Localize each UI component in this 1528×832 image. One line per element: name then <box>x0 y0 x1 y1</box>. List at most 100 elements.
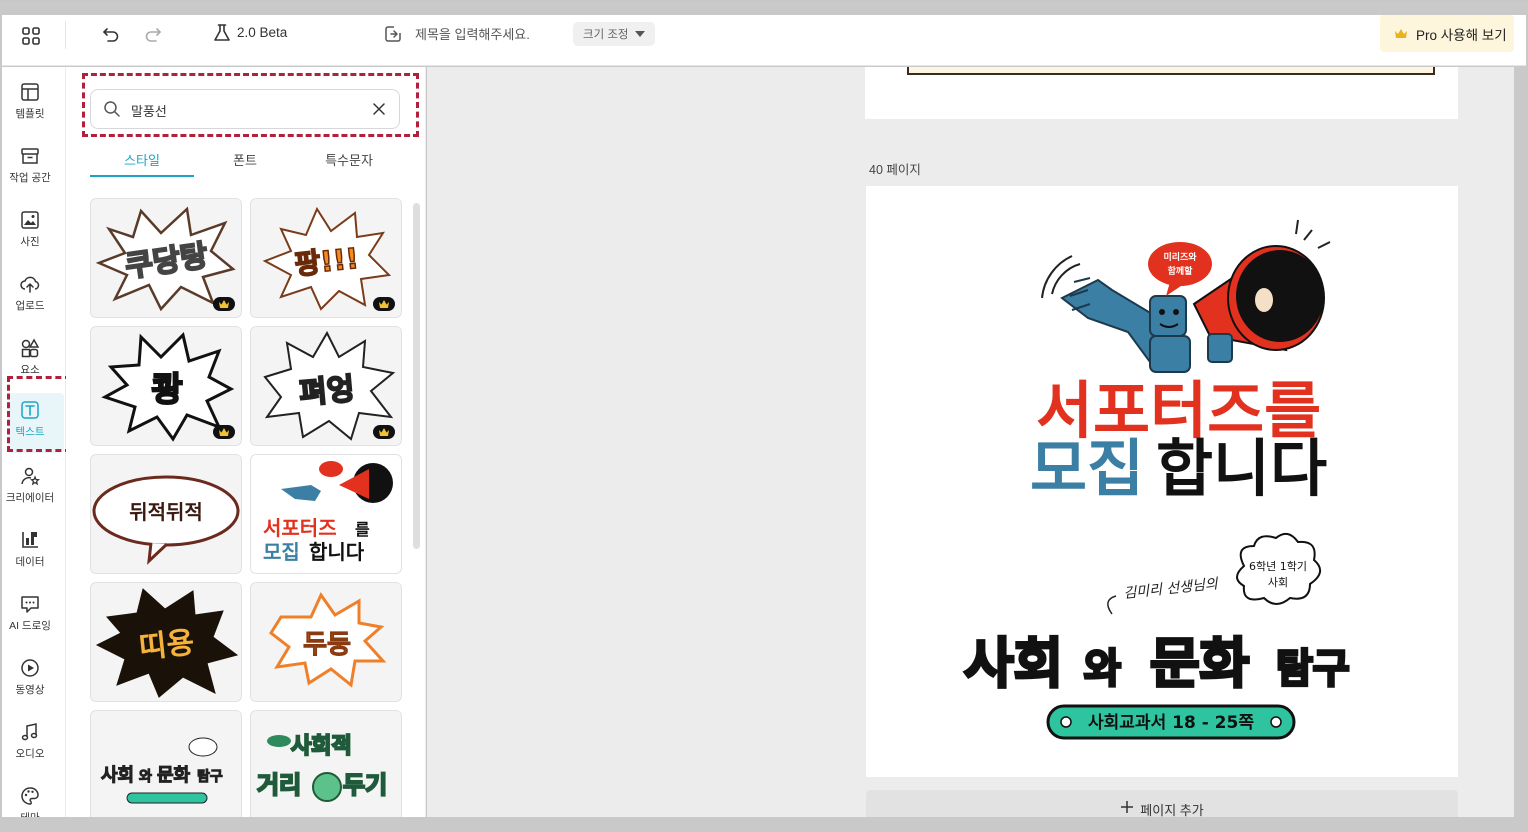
sticker-text: 펴엉 <box>298 372 356 412</box>
page-frame-decoration <box>907 67 1435 75</box>
crown-icon <box>219 428 229 436</box>
svg-text:와: 와 <box>139 768 152 785</box>
ai-drawing-icon <box>21 596 39 613</box>
rail-item-template[interactable]: 템플릿 <box>2 75 58 131</box>
sticker-card[interactable]: 사회 와 문화 탐구 <box>90 710 242 830</box>
rail-item-creator[interactable]: 크리에이터 <box>2 459 58 515</box>
template-icon <box>21 83 39 101</box>
sticker-card[interactable]: 두둥 <box>250 582 402 702</box>
sticker-card[interactable]: 쿠당탕 <box>90 198 242 318</box>
svg-text:함께할: 함께할 <box>1168 265 1194 277</box>
subject-word-2: 와 <box>1084 646 1121 692</box>
highlight-dashed-box <box>7 376 71 452</box>
video-icon <box>21 659 39 677</box>
caret-down-icon <box>634 31 645 37</box>
pro-badge <box>213 425 235 439</box>
undo-icon[interactable] <box>101 24 121 44</box>
sticker-card[interactable]: 쾅 <box>90 326 242 446</box>
svg-text:합니다: 합니다 <box>309 540 365 564</box>
svg-text:거리: 거리 <box>257 771 301 799</box>
rail-label: 작업 공간 <box>9 172 51 184</box>
page-number-label: 40 페이지 <box>869 163 921 177</box>
headline-line-2a: 모집 <box>1030 432 1144 505</box>
sticker-art: 뒤적뒤적 <box>92 475 240 565</box>
svg-text:를: 를 <box>355 520 370 539</box>
tab-style[interactable]: 스타일 <box>90 147 194 177</box>
crown-icon <box>379 300 389 308</box>
pro-badge <box>213 297 235 311</box>
window-bottom-border <box>0 817 1528 832</box>
rail-label: 템플릿 <box>15 108 45 120</box>
crown-icon <box>1395 29 1407 38</box>
crown-icon <box>379 428 389 436</box>
headline-line-2b: 합니다 <box>1156 432 1327 505</box>
text-panel: 말풍선 스타일 폰트 특수문자 쿠당탕 팡!!! 쾅 펴엉 뒤적뒤적 서포터즈 … <box>66 67 426 832</box>
rail-item-upload[interactable]: 업로드 <box>2 267 58 323</box>
sticker-text: 쾅 <box>151 370 182 410</box>
sticker-art: 두둥 <box>269 591 387 688</box>
rail-label: 동영상 <box>15 684 45 696</box>
redo-icon[interactable] <box>143 24 163 44</box>
subject-word-4: 탐구 <box>1276 646 1350 692</box>
creator-icon <box>21 467 41 486</box>
export-title-icon[interactable] <box>383 24 403 44</box>
design-page[interactable]: 미리즈와 함께할 서포터즈를 모집 합니다 6학년 1학기 사회 김미리 선생님… <box>866 186 1458 777</box>
sticker-card[interactable]: 사회적 거리 두기 <box>250 710 402 830</box>
svg-text:서포터즈: 서포터즈 <box>263 516 337 540</box>
resize-button[interactable]: 크기 조정 <box>573 22 655 46</box>
rail-label: 업로드 <box>15 300 45 312</box>
svg-text:문화: 문화 <box>157 765 191 786</box>
version-label: 2.0 Beta <box>237 25 288 40</box>
sticker-text: 띠용 <box>137 625 196 666</box>
try-pro-button[interactable]: Pro 사용해 보기 <box>1380 15 1514 52</box>
rail-label: AI 드로잉 <box>9 620 51 632</box>
window-top-border <box>0 0 1528 2</box>
rail-item-data[interactable]: 데이터 <box>2 523 58 579</box>
rail-label: 요소 <box>20 364 40 376</box>
tab-special-chars[interactable]: 특수문자 <box>297 147 401 177</box>
grade-bubble-line-2: 사회 <box>1268 576 1288 589</box>
rail-item-video[interactable]: 동영상 <box>2 651 58 707</box>
poster-art: 미리즈와 함께할 서포터즈를 모집 합니다 6학년 1학기 사회 김미리 선생님… <box>963 219 1351 740</box>
sticker-card[interactable]: 띠용 <box>90 582 242 702</box>
svg-text:두기: 두기 <box>343 771 387 799</box>
sticker-art: 사회 와 문화 탐구 <box>101 737 223 804</box>
rail-item-audio[interactable]: 오디오 <box>2 715 58 771</box>
tab-font[interactable]: 폰트 <box>193 147 297 177</box>
subject-word-3: 문화 <box>1150 632 1249 695</box>
document-title-input[interactable]: 제목을 입력해주세요. <box>415 24 530 43</box>
pro-label: Pro 사용해 보기 <box>1416 27 1507 43</box>
sticker-art: 띠용 <box>95 588 239 698</box>
sticker-card[interactable]: 펴엉 <box>250 326 402 446</box>
sticker-card[interactable]: 뒤적뒤적 <box>90 454 242 574</box>
panel-scrollbar[interactable] <box>413 203 420 549</box>
pages-pill-text: 사회교과서 18 - 25쪽 <box>1088 713 1254 733</box>
crown-icon <box>219 300 229 308</box>
audio-icon <box>21 723 38 741</box>
previous-page[interactable] <box>865 67 1458 119</box>
sticker-card[interactable]: 서포터즈 를 모집 합니다 <box>250 454 402 574</box>
svg-text:사회적: 사회적 <box>291 734 352 759</box>
teacher-line: 김미리 선생님의 <box>1123 576 1220 602</box>
rail-label: 사진 <box>20 236 40 248</box>
resize-label: 크기 조정 <box>583 29 629 41</box>
canvas-area: 40 페이지 미리즈와 함께할 서포터즈를 모집 합니다 6학년 1학기 사회 … <box>427 67 1514 830</box>
sticker-text: 두둥 <box>303 630 351 660</box>
plus-icon <box>1121 801 1134 813</box>
sticker-card[interactable]: 팡!!! <box>250 198 402 318</box>
beta-flask-icon <box>214 24 230 41</box>
grade-bubble-line-1: 6학년 1학기 <box>1249 560 1307 573</box>
rail-item-photo[interactable]: 사진 <box>2 203 58 259</box>
svg-text:탐구: 탐구 <box>197 768 223 785</box>
window-right-border <box>1514 67 1528 832</box>
elements-icon <box>21 338 40 358</box>
chart-icon <box>22 532 38 548</box>
svg-text:미리즈와: 미리즈와 <box>1163 251 1197 263</box>
svg-text:사회: 사회 <box>101 765 134 786</box>
rail-item-ai-drawing[interactable]: AI 드로잉 <box>2 587 58 643</box>
apps-menu-icon[interactable] <box>20 25 42 47</box>
rail-item-workspace[interactable]: 작업 공간 <box>2 139 58 195</box>
sticker-art: 서포터즈 를 모집 합니다 <box>263 461 393 564</box>
svg-text:모집: 모집 <box>263 540 300 564</box>
panel-tabs: 스타일 폰트 특수문자 <box>90 147 400 179</box>
